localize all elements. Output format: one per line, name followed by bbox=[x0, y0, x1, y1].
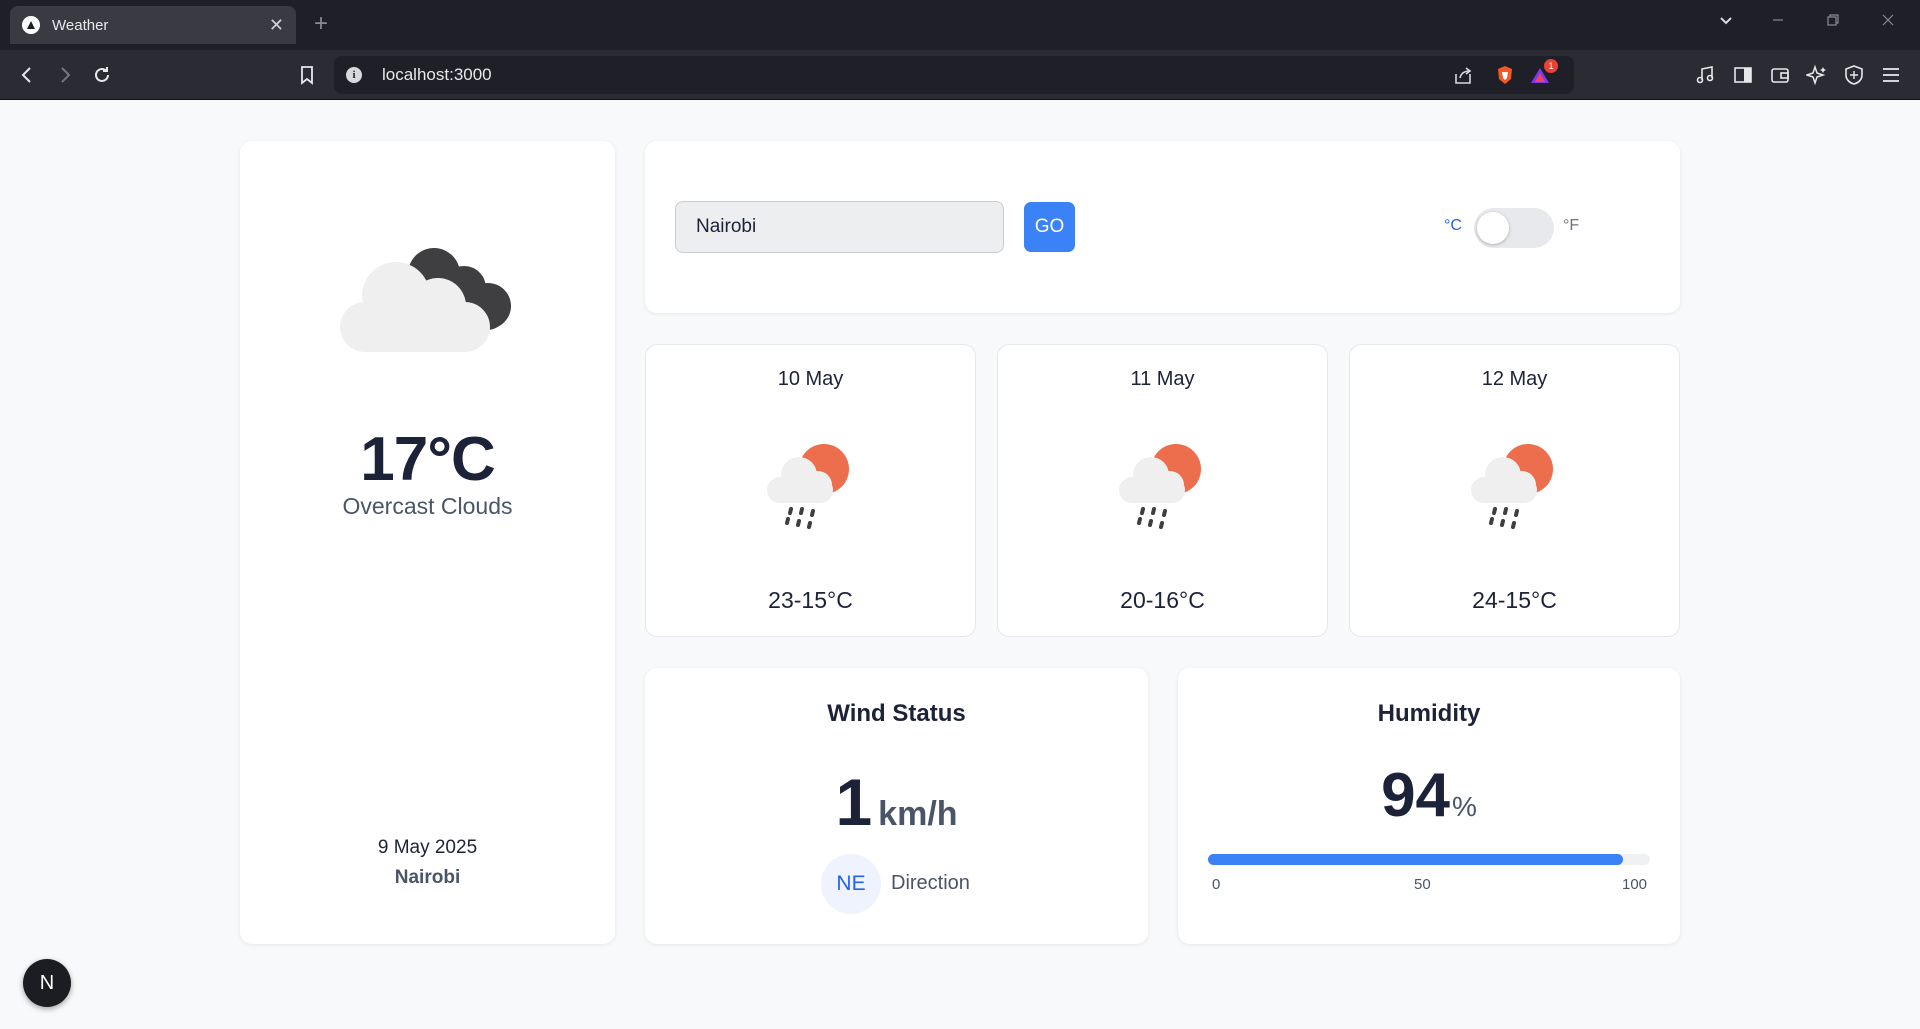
minimize-window-icon[interactable] bbox=[1770, 12, 1786, 33]
city-name: Nairobi bbox=[394, 867, 461, 888]
sun-cloud-rain-icon bbox=[1119, 444, 1201, 529]
wallet-icon[interactable] bbox=[1769, 64, 1791, 91]
tab-close-icon[interactable]: ✕ bbox=[269, 15, 284, 36]
share-icon[interactable] bbox=[1452, 65, 1474, 92]
unit-toggle-knob[interactable] bbox=[1477, 212, 1509, 244]
go-button[interactable]: GO bbox=[1024, 202, 1075, 252]
current-temperature: 17°C bbox=[360, 425, 496, 494]
humidity-tick-0: 0 bbox=[1212, 876, 1221, 893]
menu-icon[interactable] bbox=[1880, 64, 1902, 91]
wind-speed: 1 km/h bbox=[645, 764, 1148, 840]
unit-toggle[interactable] bbox=[1474, 208, 1554, 248]
humidity-card: Humidity 94% 0 50 100 bbox=[1178, 668, 1680, 944]
wind-speed-unit: km/h bbox=[878, 795, 958, 833]
new-tab-button[interactable]: + bbox=[314, 10, 328, 38]
humidity-reading: 94% bbox=[1178, 760, 1680, 831]
forward-icon[interactable] bbox=[54, 64, 76, 86]
forecast-date: 11 May bbox=[1130, 368, 1195, 390]
restore-window-icon[interactable] bbox=[1825, 12, 1841, 33]
brave-shields-icon[interactable] bbox=[1494, 64, 1516, 91]
humidity-progress-bar bbox=[1208, 854, 1650, 865]
current-weather-card: 17°C Overcast Clouds 9 May 2025 Nairobi bbox=[240, 141, 615, 944]
wind-direction-badge: NE bbox=[821, 854, 881, 914]
rewards-notification-badge: 1 bbox=[1544, 59, 1558, 73]
overcast-clouds-icon bbox=[340, 248, 511, 352]
forecast-date: 10 May bbox=[777, 368, 844, 390]
humidity-tick-100: 100 bbox=[1622, 876, 1648, 893]
city-search-input[interactable] bbox=[675, 201, 1004, 253]
tab-search-chevron-icon[interactable] bbox=[1718, 12, 1734, 33]
sidebar-toggle-icon[interactable] bbox=[1732, 64, 1754, 91]
address-bar[interactable]: i localhost:3000 1 bbox=[334, 56, 1574, 94]
celsius-label[interactable]: °C bbox=[1444, 217, 1462, 235]
reload-icon[interactable] bbox=[91, 64, 113, 86]
vpn-icon[interactable] bbox=[1843, 64, 1865, 91]
site-info-icon[interactable]: i bbox=[346, 67, 362, 83]
wind-title: Wind Status bbox=[827, 700, 966, 727]
current-date: 9 May 2025 bbox=[377, 837, 478, 858]
sun-cloud-rain-icon bbox=[767, 444, 849, 529]
forecast-card: 11 May 20-16°C bbox=[997, 344, 1328, 637]
wind-direction-label: Direction bbox=[891, 872, 970, 894]
forecast-temp-range: 24-15°C bbox=[1472, 587, 1557, 613]
nextjs-favicon-icon bbox=[22, 16, 40, 34]
browser-tab-bar: Weather ✕ + bbox=[0, 0, 1920, 50]
close-window-icon[interactable] bbox=[1880, 12, 1896, 33]
forecast-temp-range: 23-15°C bbox=[768, 587, 853, 613]
humidity-value: 94 bbox=[1381, 761, 1451, 830]
search-card: GO °C °F bbox=[645, 141, 1680, 313]
url-text[interactable]: localhost:3000 bbox=[382, 65, 492, 85]
nextjs-dev-tools-button[interactable]: N bbox=[23, 959, 71, 1007]
browser-tab[interactable]: Weather ✕ bbox=[10, 6, 296, 44]
media-icon[interactable] bbox=[1694, 64, 1716, 91]
forecast-temp-range: 20-16°C bbox=[1120, 587, 1205, 613]
wind-status-card: Wind Status 1 km/h NE Direction bbox=[645, 668, 1148, 944]
fahrenheit-label[interactable]: °F bbox=[1563, 217, 1579, 235]
tab-title: Weather bbox=[52, 16, 109, 34]
wind-speed-value: 1 bbox=[835, 765, 873, 839]
bookmark-icon[interactable] bbox=[296, 64, 318, 86]
leo-ai-icon[interactable] bbox=[1804, 64, 1828, 91]
weather-description: Overcast Clouds bbox=[342, 493, 513, 519]
sun-cloud-rain-icon bbox=[1471, 444, 1553, 529]
forecast-card: 12 May 24-15°C bbox=[1349, 344, 1680, 637]
humidity-title: Humidity bbox=[1377, 700, 1481, 727]
humidity-unit: % bbox=[1452, 791, 1477, 822]
forecast-card: 10 May 23-15°C bbox=[645, 344, 976, 637]
forecast-date: 12 May bbox=[1481, 368, 1548, 390]
humidity-tick-50: 50 bbox=[1414, 876, 1431, 893]
back-icon[interactable] bbox=[16, 64, 38, 86]
humidity-progress-fill bbox=[1208, 854, 1624, 865]
